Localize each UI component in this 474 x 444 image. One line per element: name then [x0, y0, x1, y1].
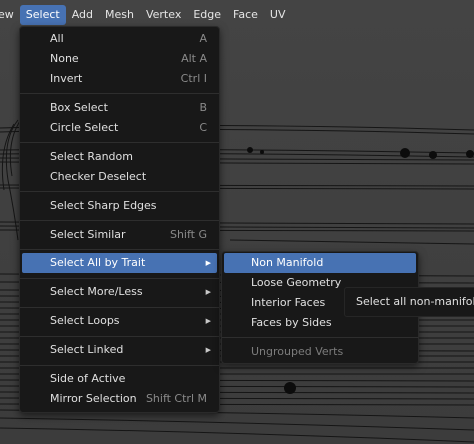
- menu-item-select-linked[interactable]: Select Linked ▶: [22, 340, 217, 360]
- menu-item-label: Checker Deselect: [50, 170, 147, 183]
- shortcut-label: B: [199, 101, 207, 114]
- menu-item-select-random[interactable]: Select Random: [22, 147, 217, 167]
- menu-separator: [20, 307, 219, 308]
- menu-item-label: Select Linked: [50, 343, 124, 356]
- menu-item-none[interactable]: None Alt A: [22, 49, 217, 69]
- menu-item-label: Select More/Less: [50, 285, 143, 298]
- menu-item-label: All: [50, 32, 64, 45]
- menubar-uv[interactable]: UV: [264, 5, 292, 25]
- menubar-face[interactable]: Face: [227, 5, 264, 25]
- shortcut-label: C: [199, 121, 207, 134]
- menu-item-select-loops[interactable]: Select Loops ▶: [22, 311, 217, 331]
- shortcut-label: Ctrl I: [180, 72, 207, 85]
- menubar-edge[interactable]: Edge: [187, 5, 227, 25]
- submenu-arrow-icon: ▶: [205, 259, 211, 267]
- menu-item-select-sharp-edges[interactable]: Select Sharp Edges: [22, 196, 217, 216]
- menu-separator: [20, 93, 219, 94]
- menubar-mesh[interactable]: Mesh: [99, 5, 140, 25]
- menu-item-mirror-selection[interactable]: Mirror Selection Shift Ctrl M: [22, 389, 217, 409]
- menu-item-all[interactable]: All A: [22, 29, 217, 49]
- submenu-item-ungrouped-verts: Ungrouped Verts: [251, 345, 344, 358]
- submenu-arrow-icon: ▶: [205, 288, 211, 296]
- menu-item-select-similar[interactable]: Select Similar Shift G: [22, 225, 217, 245]
- menu-item-label: Side of Active: [50, 372, 126, 385]
- menu-item-checker-deselect[interactable]: Checker Deselect: [22, 167, 217, 187]
- shortcut-label: Shift G: [169, 228, 207, 241]
- menu-item-circle-select[interactable]: Circle Select C: [22, 118, 217, 138]
- menu-separator: [20, 220, 219, 221]
- menu-separator: [20, 336, 219, 337]
- submenu-arrow-icon: ▶: [205, 317, 211, 325]
- menu-separator: [20, 365, 219, 366]
- menu-item-side-of-active[interactable]: Side of Active: [22, 369, 217, 389]
- menu-item-label: Select All by Trait: [50, 256, 146, 269]
- menu-item-label: Select Random: [50, 150, 133, 163]
- menu-item-box-select[interactable]: Box Select B: [22, 98, 217, 118]
- menu-separator: [20, 249, 219, 250]
- shortcut-label: A: [199, 32, 207, 45]
- menubar-view[interactable]: ew: [0, 5, 20, 25]
- menu-separator: [20, 191, 219, 192]
- submenu-item-non-manifold[interactable]: Non Manifold: [224, 253, 416, 273]
- menu-separator: [20, 142, 219, 143]
- menu-item-label: None: [50, 52, 79, 65]
- menubar-select[interactable]: Select: [19, 5, 66, 25]
- menu-item-label: Circle Select: [50, 121, 119, 134]
- menubar-vertex[interactable]: Vertex: [140, 5, 187, 25]
- shortcut-label: Alt A: [181, 52, 207, 65]
- select-menu: All A None Alt A Invert Ctrl I Box Select B …: [19, 26, 220, 413]
- menu-item-label: Select Sharp Edges: [50, 199, 157, 212]
- menu-item-label: Box Select: [50, 101, 108, 114]
- header-menubar: ew Select Add Mesh Vertex Edge Face UV: [0, 4, 300, 26]
- menubar-add[interactable]: Add: [66, 5, 99, 25]
- menu-item-invert[interactable]: Invert Ctrl I: [22, 69, 217, 89]
- menu-item-select-all-by-trait[interactable]: Select All by Trait ▶: [22, 253, 217, 273]
- tooltip: Select all non-manifold vertices or edge…: [344, 287, 474, 317]
- menu-item-label: Select Similar: [50, 228, 126, 241]
- menu-separator: [222, 337, 418, 338]
- submenu-arrow-icon: ▶: [205, 346, 211, 354]
- menu-item-label: Select Loops: [50, 314, 120, 327]
- shortcut-label: Shift Ctrl M: [145, 392, 207, 405]
- menu-item-select-more-less[interactable]: Select More/Less ▶: [22, 282, 217, 302]
- menu-item-label: Invert: [50, 72, 83, 85]
- menu-separator: [20, 278, 219, 279]
- menu-item-label: Mirror Selection: [50, 392, 137, 405]
